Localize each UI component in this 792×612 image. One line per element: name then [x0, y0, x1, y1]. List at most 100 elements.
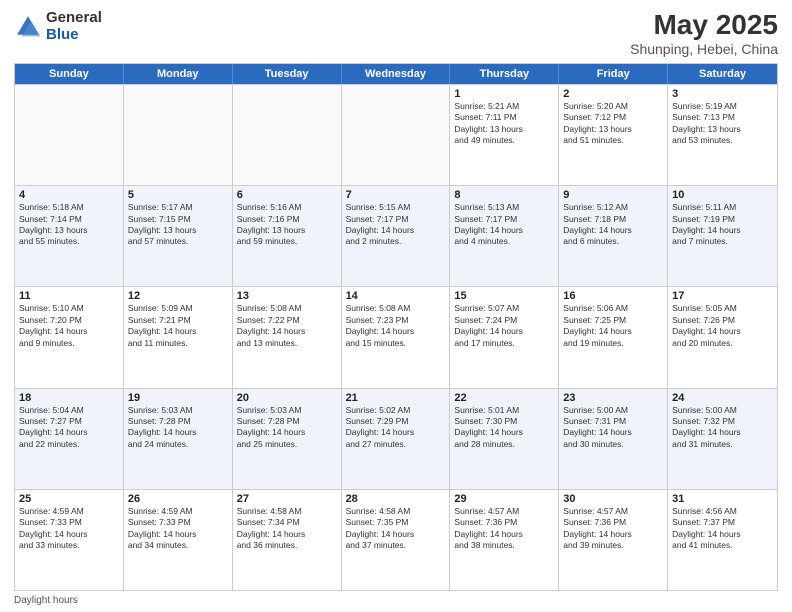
page-header: General Blue May 2025 Shunping, Hebei, C…	[14, 10, 778, 57]
day-number: 17	[672, 290, 773, 302]
calendar-cell: 4Sunrise: 5:18 AM Sunset: 7:14 PM Daylig…	[15, 186, 124, 286]
cell-info: Sunrise: 5:02 AM Sunset: 7:29 PM Dayligh…	[346, 405, 446, 451]
day-number: 12	[128, 290, 228, 302]
cell-info: Sunrise: 5:11 AM Sunset: 7:19 PM Dayligh…	[672, 202, 773, 248]
cell-info: Sunrise: 5:06 AM Sunset: 7:25 PM Dayligh…	[563, 303, 663, 349]
day-number: 25	[19, 493, 119, 505]
day-of-week-header: Saturday	[668, 64, 777, 84]
calendar-cell: 9Sunrise: 5:12 AM Sunset: 7:18 PM Daylig…	[559, 186, 668, 286]
day-number: 5	[128, 189, 228, 201]
cell-info: Sunrise: 5:01 AM Sunset: 7:30 PM Dayligh…	[454, 405, 554, 451]
day-number: 22	[454, 392, 554, 404]
calendar-cell: 7Sunrise: 5:15 AM Sunset: 7:17 PM Daylig…	[342, 186, 451, 286]
calendar-cell	[124, 85, 233, 185]
cell-info: Sunrise: 5:13 AM Sunset: 7:17 PM Dayligh…	[454, 202, 554, 248]
calendar-cell: 26Sunrise: 4:59 AM Sunset: 7:33 PM Dayli…	[124, 490, 233, 590]
cell-info: Sunrise: 4:58 AM Sunset: 7:34 PM Dayligh…	[237, 506, 337, 552]
calendar: SundayMondayTuesdayWednesdayThursdayFrid…	[14, 63, 778, 591]
day-number: 30	[563, 493, 663, 505]
calendar-cell: 18Sunrise: 5:04 AM Sunset: 7:27 PM Dayli…	[15, 389, 124, 489]
calendar-cell	[342, 85, 451, 185]
calendar-cell: 10Sunrise: 5:11 AM Sunset: 7:19 PM Dayli…	[668, 186, 777, 286]
day-number: 27	[237, 493, 337, 505]
day-number: 7	[346, 189, 446, 201]
cell-info: Sunrise: 5:16 AM Sunset: 7:16 PM Dayligh…	[237, 202, 337, 248]
cell-info: Sunrise: 4:56 AM Sunset: 7:37 PM Dayligh…	[672, 506, 773, 552]
calendar-cell: 1Sunrise: 5:21 AM Sunset: 7:11 PM Daylig…	[450, 85, 559, 185]
day-number: 2	[563, 88, 663, 100]
cell-info: Sunrise: 5:17 AM Sunset: 7:15 PM Dayligh…	[128, 202, 228, 248]
calendar-week-row: 25Sunrise: 4:59 AM Sunset: 7:33 PM Dayli…	[15, 489, 777, 590]
cell-info: Sunrise: 5:08 AM Sunset: 7:23 PM Dayligh…	[346, 303, 446, 349]
logo-text: General Blue	[46, 10, 102, 43]
subtitle: Shunping, Hebei, China	[630, 41, 778, 57]
calendar-cell: 16Sunrise: 5:06 AM Sunset: 7:25 PM Dayli…	[559, 287, 668, 387]
calendar-cell: 24Sunrise: 5:00 AM Sunset: 7:32 PM Dayli…	[668, 389, 777, 489]
day-number: 6	[237, 189, 337, 201]
logo-blue: Blue	[46, 27, 102, 44]
day-number: 23	[563, 392, 663, 404]
calendar-cell: 8Sunrise: 5:13 AM Sunset: 7:17 PM Daylig…	[450, 186, 559, 286]
cell-info: Sunrise: 5:09 AM Sunset: 7:21 PM Dayligh…	[128, 303, 228, 349]
calendar-week-row: 11Sunrise: 5:10 AM Sunset: 7:20 PM Dayli…	[15, 286, 777, 387]
calendar-week-row: 4Sunrise: 5:18 AM Sunset: 7:14 PM Daylig…	[15, 185, 777, 286]
calendar-cell	[233, 85, 342, 185]
cell-info: Sunrise: 5:15 AM Sunset: 7:17 PM Dayligh…	[346, 202, 446, 248]
calendar-cell: 21Sunrise: 5:02 AM Sunset: 7:29 PM Dayli…	[342, 389, 451, 489]
calendar-cell: 14Sunrise: 5:08 AM Sunset: 7:23 PM Dayli…	[342, 287, 451, 387]
day-of-week-header: Tuesday	[233, 64, 342, 84]
cell-info: Sunrise: 5:04 AM Sunset: 7:27 PM Dayligh…	[19, 405, 119, 451]
day-number: 26	[128, 493, 228, 505]
calendar-header: SundayMondayTuesdayWednesdayThursdayFrid…	[15, 64, 777, 84]
day-number: 13	[237, 290, 337, 302]
day-number: 18	[19, 392, 119, 404]
cell-info: Sunrise: 4:57 AM Sunset: 7:36 PM Dayligh…	[563, 506, 663, 552]
cell-info: Sunrise: 5:07 AM Sunset: 7:24 PM Dayligh…	[454, 303, 554, 349]
day-number: 1	[454, 88, 554, 100]
cell-info: Sunrise: 4:59 AM Sunset: 7:33 PM Dayligh…	[128, 506, 228, 552]
day-number: 19	[128, 392, 228, 404]
page-container: General Blue May 2025 Shunping, Hebei, C…	[0, 0, 792, 612]
cell-info: Sunrise: 5:00 AM Sunset: 7:31 PM Dayligh…	[563, 405, 663, 451]
cell-info: Sunrise: 4:59 AM Sunset: 7:33 PM Dayligh…	[19, 506, 119, 552]
calendar-cell: 6Sunrise: 5:16 AM Sunset: 7:16 PM Daylig…	[233, 186, 342, 286]
calendar-cell	[15, 85, 124, 185]
cell-info: Sunrise: 5:21 AM Sunset: 7:11 PM Dayligh…	[454, 101, 554, 147]
day-of-week-header: Friday	[559, 64, 668, 84]
cell-info: Sunrise: 5:08 AM Sunset: 7:22 PM Dayligh…	[237, 303, 337, 349]
day-number: 21	[346, 392, 446, 404]
cell-info: Sunrise: 5:00 AM Sunset: 7:32 PM Dayligh…	[672, 405, 773, 451]
day-number: 4	[19, 189, 119, 201]
day-number: 29	[454, 493, 554, 505]
day-number: 10	[672, 189, 773, 201]
day-number: 15	[454, 290, 554, 302]
calendar-cell: 23Sunrise: 5:00 AM Sunset: 7:31 PM Dayli…	[559, 389, 668, 489]
calendar-cell: 3Sunrise: 5:19 AM Sunset: 7:13 PM Daylig…	[668, 85, 777, 185]
calendar-cell: 31Sunrise: 4:56 AM Sunset: 7:37 PM Dayli…	[668, 490, 777, 590]
cell-info: Sunrise: 5:12 AM Sunset: 7:18 PM Dayligh…	[563, 202, 663, 248]
logo: General Blue	[14, 10, 102, 43]
calendar-cell: 2Sunrise: 5:20 AM Sunset: 7:12 PM Daylig…	[559, 85, 668, 185]
calendar-cell: 25Sunrise: 4:59 AM Sunset: 7:33 PM Dayli…	[15, 490, 124, 590]
cell-info: Sunrise: 5:18 AM Sunset: 7:14 PM Dayligh…	[19, 202, 119, 248]
main-title: May 2025	[630, 10, 778, 41]
logo-icon	[14, 13, 42, 41]
calendar-cell: 5Sunrise: 5:17 AM Sunset: 7:15 PM Daylig…	[124, 186, 233, 286]
day-of-week-header: Wednesday	[342, 64, 451, 84]
calendar-cell: 15Sunrise: 5:07 AM Sunset: 7:24 PM Dayli…	[450, 287, 559, 387]
cell-info: Sunrise: 5:05 AM Sunset: 7:26 PM Dayligh…	[672, 303, 773, 349]
calendar-cell: 13Sunrise: 5:08 AM Sunset: 7:22 PM Dayli…	[233, 287, 342, 387]
day-number: 20	[237, 392, 337, 404]
day-number: 14	[346, 290, 446, 302]
calendar-cell: 27Sunrise: 4:58 AM Sunset: 7:34 PM Dayli…	[233, 490, 342, 590]
day-number: 24	[672, 392, 773, 404]
calendar-cell: 17Sunrise: 5:05 AM Sunset: 7:26 PM Dayli…	[668, 287, 777, 387]
calendar-cell: 11Sunrise: 5:10 AM Sunset: 7:20 PM Dayli…	[15, 287, 124, 387]
calendar-week-row: 18Sunrise: 5:04 AM Sunset: 7:27 PM Dayli…	[15, 388, 777, 489]
calendar-cell: 12Sunrise: 5:09 AM Sunset: 7:21 PM Dayli…	[124, 287, 233, 387]
calendar-cell: 22Sunrise: 5:01 AM Sunset: 7:30 PM Dayli…	[450, 389, 559, 489]
day-of-week-header: Monday	[124, 64, 233, 84]
title-block: May 2025 Shunping, Hebei, China	[630, 10, 778, 57]
day-number: 8	[454, 189, 554, 201]
calendar-cell: 19Sunrise: 5:03 AM Sunset: 7:28 PM Dayli…	[124, 389, 233, 489]
